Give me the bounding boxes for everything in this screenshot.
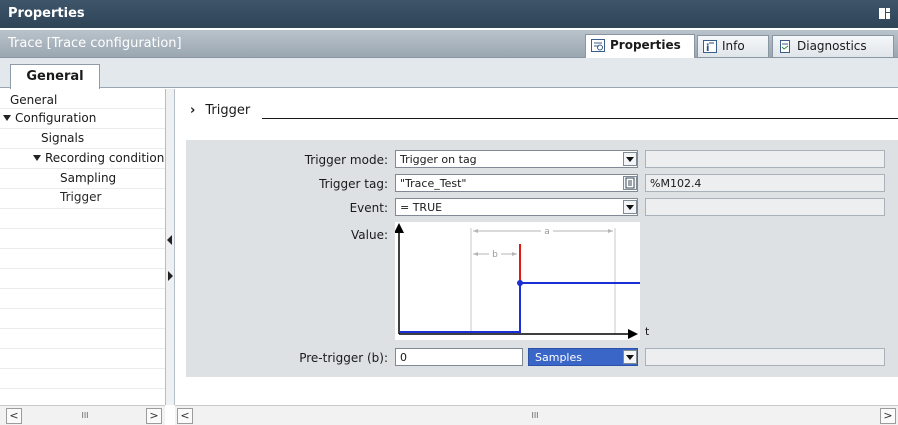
range-b-label: b xyxy=(492,250,498,260)
collapse-left-icon[interactable] xyxy=(167,235,173,245)
nav-item-general[interactable]: General xyxy=(10,93,57,107)
nav-item-label: Signals xyxy=(41,131,85,145)
event-select[interactable]: = TRUE xyxy=(395,198,638,216)
scroll-left-icon[interactable]: < xyxy=(6,408,22,424)
svg-text:i: i xyxy=(706,43,709,53)
pretrigger-extra-field xyxy=(645,348,885,366)
expand-right-icon[interactable] xyxy=(168,271,174,281)
trigger-point xyxy=(517,280,523,286)
section-divider xyxy=(262,118,898,119)
nav-row xyxy=(0,369,165,389)
diagram-background xyxy=(395,222,640,340)
nav-row xyxy=(0,329,165,349)
tab-strip: General xyxy=(0,58,898,89)
nav-row xyxy=(0,249,165,269)
nav-item-label: Recording conditions xyxy=(45,151,171,165)
pretrigger-unit-select[interactable]: Samples xyxy=(528,348,638,366)
nav-tree: General Configuration Signals Recording … xyxy=(0,89,171,405)
nav-row xyxy=(0,349,165,369)
tab-diagnostics-label: Diagnostics xyxy=(797,39,867,53)
nav-item-label: Configuration xyxy=(15,111,97,125)
scroll-thumb[interactable]: III xyxy=(24,410,146,422)
trigger-mode-label: Trigger mode: xyxy=(304,153,388,167)
tab-general[interactable]: General xyxy=(10,64,100,89)
scroll-left-icon[interactable]: < xyxy=(177,408,193,424)
nav-item-recording-conditions[interactable]: Recording conditions xyxy=(33,151,171,165)
expand-triangle-icon[interactable] xyxy=(33,155,41,161)
tab-info[interactable]: i Info xyxy=(697,35,769,57)
main-horizontal-scrollbar[interactable]: < III > xyxy=(175,405,898,425)
event-label: Event: xyxy=(349,201,388,215)
diagnostics-icon xyxy=(780,40,790,53)
object-title: Trace [Trace configuration] xyxy=(8,36,182,51)
nav-row xyxy=(0,269,165,289)
nav-item-trigger[interactable]: Trigger xyxy=(60,190,101,204)
trigger-diagram: a b xyxy=(395,222,640,340)
nav-item-label: General xyxy=(10,93,58,107)
range-a-label: a xyxy=(544,227,550,237)
nav-item-label: Sampling xyxy=(60,171,117,185)
trigger-tag-input[interactable]: "Trace_Test" xyxy=(395,174,638,192)
value-label: Value: xyxy=(351,228,388,242)
chevron-down-icon[interactable] xyxy=(623,350,637,364)
scroll-thumb[interactable]: III xyxy=(195,410,875,422)
scroll-right-icon[interactable]: > xyxy=(146,408,162,424)
panel-splitter[interactable] xyxy=(165,89,175,405)
nav-item-label: Trigger xyxy=(60,190,102,204)
object-bar: Trace [Trace configuration] Properties i… xyxy=(0,30,898,58)
nav-row xyxy=(0,209,165,229)
expand-triangle-icon[interactable] xyxy=(3,115,11,121)
scroll-right-icon[interactable]: > xyxy=(880,408,896,424)
nav-row xyxy=(0,289,165,309)
time-axis-label: t xyxy=(645,325,650,338)
tab-diagnostics[interactable]: Diagnostics xyxy=(772,35,894,57)
nav-item-signals[interactable]: Signals xyxy=(41,131,84,145)
pretrigger-input[interactable]: 0 xyxy=(395,348,523,366)
properties-titlebar: Properties xyxy=(0,0,898,28)
tab-properties-label: Properties xyxy=(610,38,681,52)
info-icon: i xyxy=(703,40,717,53)
tag-browser-icon[interactable] xyxy=(623,176,637,190)
tab-properties[interactable]: Properties xyxy=(585,34,695,58)
trigger-tag-address: %M102.4 xyxy=(645,174,885,192)
nav-item-sampling[interactable]: Sampling xyxy=(60,171,116,185)
properties-icon xyxy=(591,39,605,52)
trigger-mode-extra-field xyxy=(645,150,885,168)
trigger-tag-label: Trigger tag: xyxy=(319,177,388,191)
trigger-mode-select[interactable]: Trigger on tag xyxy=(395,150,638,168)
chevron-down-icon[interactable] xyxy=(623,200,637,214)
pretrigger-label: Pre-trigger (b): xyxy=(299,351,388,365)
chevron-right-icon: › xyxy=(190,103,196,118)
window-title: Properties xyxy=(8,6,85,21)
section-title: Trigger xyxy=(205,103,251,118)
nav-row xyxy=(0,229,165,249)
pin-icon[interactable] xyxy=(879,8,890,19)
event-extra-field xyxy=(645,198,885,216)
pretrigger-unit-value: Samples xyxy=(535,351,582,364)
chevron-down-icon[interactable] xyxy=(623,152,637,166)
nav-row xyxy=(0,309,165,329)
section-header[interactable]: › Trigger xyxy=(190,103,250,118)
nav-item-configuration[interactable]: Configuration xyxy=(3,111,96,125)
nav-horizontal-scrollbar[interactable]: < III > xyxy=(0,405,165,425)
tab-info-label: Info xyxy=(722,39,745,53)
